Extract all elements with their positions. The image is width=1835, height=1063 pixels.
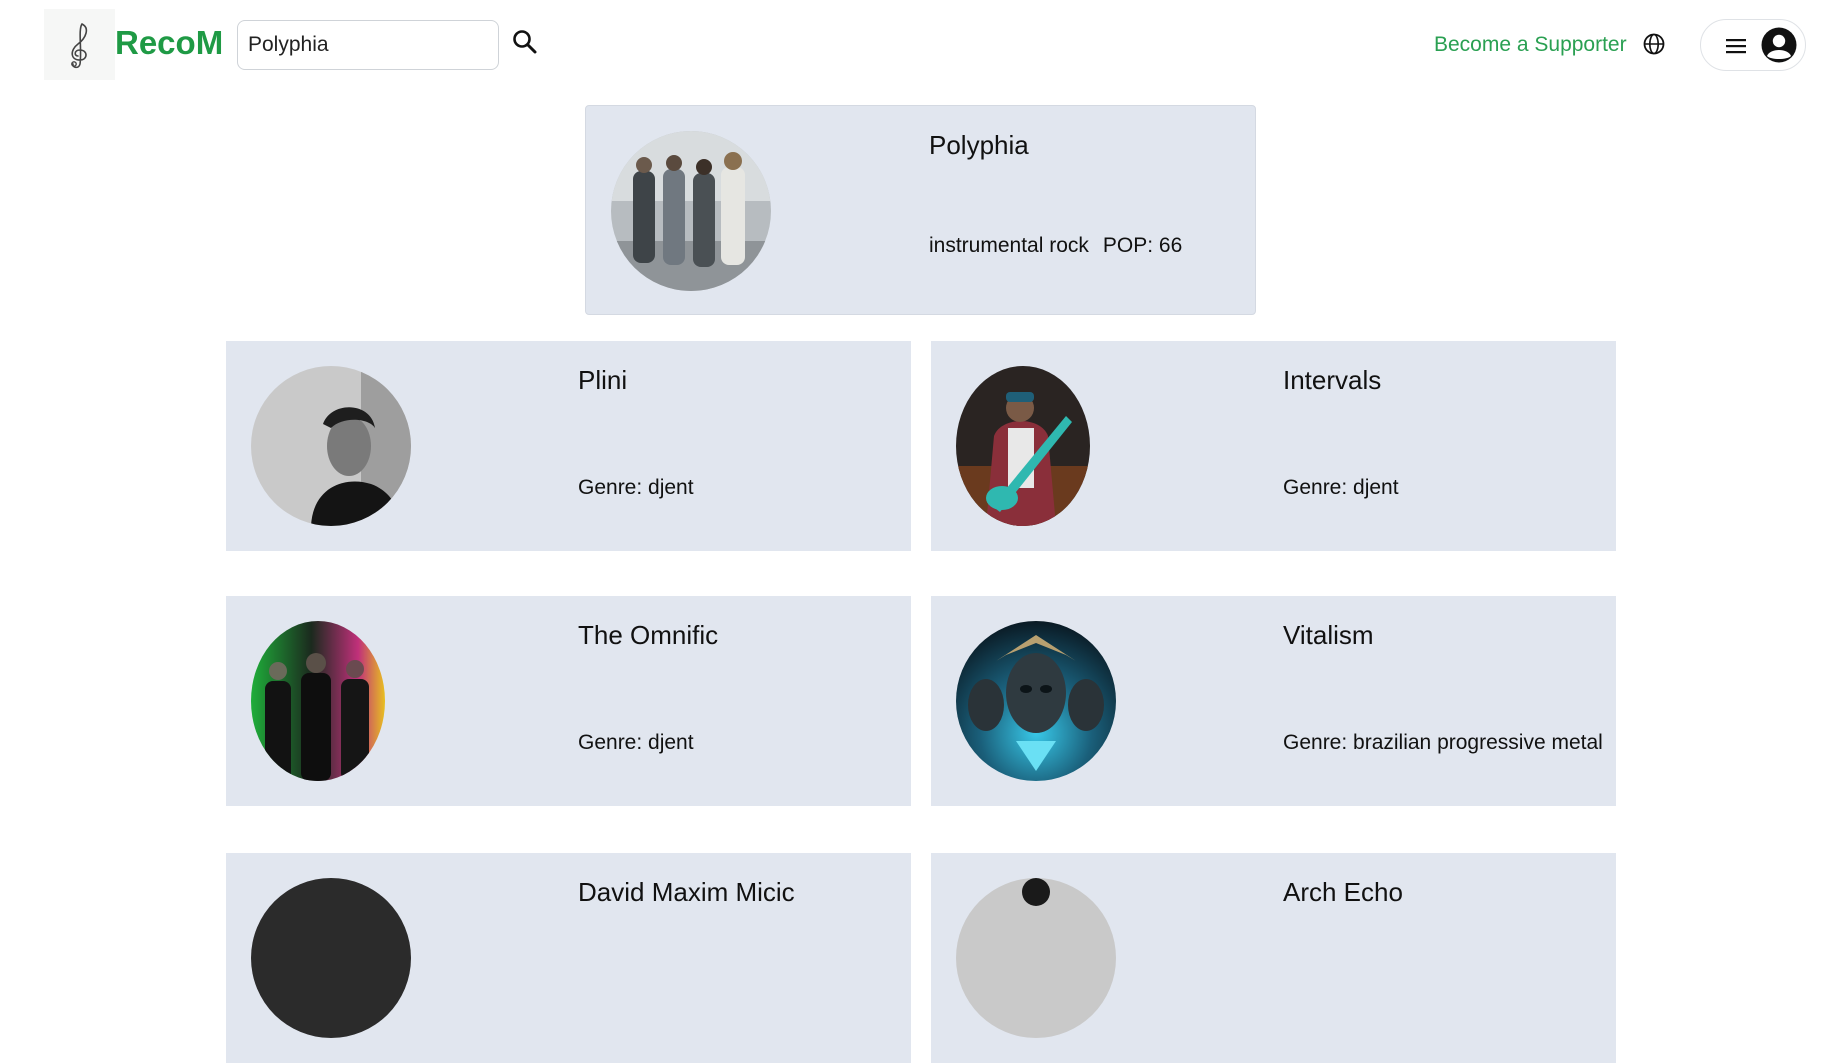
artist-photo [251,878,411,1038]
artist-photo [956,878,1116,1038]
featured-artist-card[interactable]: Polyphia instrumental rock POP: 66 [585,105,1256,315]
artist-meta: instrumental rock POP: 66 [929,234,1182,258]
artist-photo [611,131,771,291]
artist-genre: Genre: djent [1283,476,1399,499]
recommendation-card[interactable]: Intervals Genre: djent [931,341,1616,551]
artist-genre: instrumental rock [929,234,1089,257]
artist-name: The Omnific [578,620,719,650]
artist-photo [956,621,1116,781]
brand-name[interactable]: RecoM [115,24,223,62]
artist-name: Vitalism [1283,620,1374,650]
artist-name: Intervals [1283,365,1382,395]
user-menu-button[interactable] [1700,19,1806,71]
search-icon [513,30,537,54]
search-button[interactable] [511,28,539,56]
recommendation-card[interactable]: David Maxim Micic [226,853,911,1063]
language-button[interactable] [1642,32,1666,56]
search-input[interactable] [237,20,499,70]
artist-name: Arch Echo [1283,877,1403,907]
logo[interactable] [44,9,115,80]
artist-name: Plini [578,365,628,395]
recommendation-card[interactable]: Vitalism Genre: brazilian progressive me… [931,596,1616,806]
artist-photo [956,366,1090,526]
menu-icon [1726,39,1746,54]
artist-name: David Maxim Micic [578,877,795,907]
recommendation-card[interactable]: The Omnific Genre: djent [226,596,911,806]
recommendation-card[interactable]: Plini Genre: djent [226,341,911,551]
artist-popularity: POP: 66 [1102,234,1183,257]
artist-photo [251,366,411,526]
artist-name: Polyphia [929,130,1029,160]
recommendation-card[interactable]: Arch Echo [931,853,1616,1063]
artist-genre: Genre: djent [578,731,694,754]
user-avatar-icon [1761,27,1797,63]
artist-genre: Genre: brazilian progressive metal [1283,731,1603,754]
treble-clef-logo-icon [70,22,87,68]
become-supporter-link[interactable]: Become a Supporter [1434,33,1627,57]
artist-photo [251,621,385,781]
globe-icon [1643,33,1665,55]
artist-genre: Genre: djent [578,476,694,499]
